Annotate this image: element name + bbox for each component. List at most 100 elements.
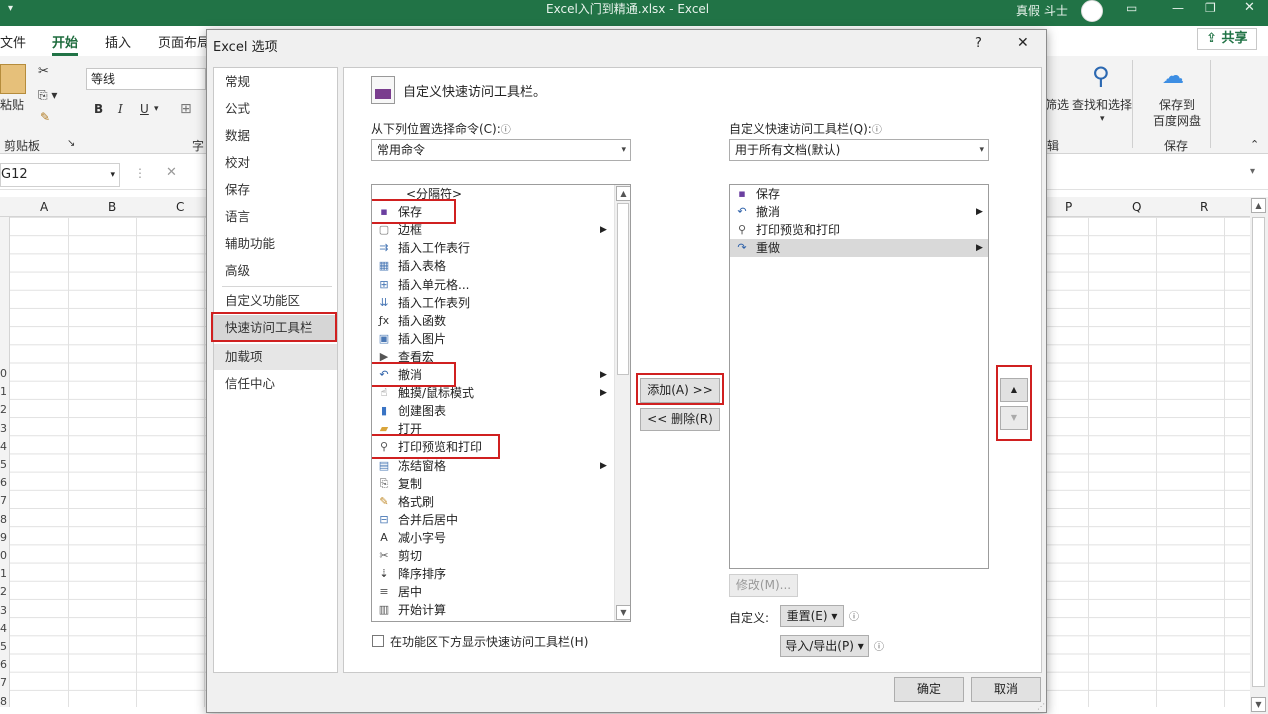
tab-file[interactable]: 文件 — [0, 32, 26, 51]
row-header[interactable]: 0 — [0, 367, 7, 380]
cancel-button[interactable]: 取消 — [971, 677, 1041, 702]
row-header[interactable]: 1 — [0, 385, 7, 398]
avatar[interactable] — [1081, 0, 1103, 22]
command-item[interactable]: ⇣ 降序排序 — [372, 565, 612, 583]
command-item[interactable]: ⚲ 打印预览和打印 — [372, 438, 612, 456]
row-header[interactable]: 6 — [0, 658, 7, 671]
row-header[interactable]: 6 — [0, 476, 7, 489]
sheet-vertical-scrollbar[interactable]: ▲ ▼ — [1250, 197, 1268, 714]
cut-icon[interactable]: ✂ — [38, 64, 49, 79]
command-item[interactable]: ▶ 查看宏 — [372, 348, 612, 366]
command-item[interactable]: A 减小字号 — [372, 529, 612, 547]
choose-commands-dropdown[interactable]: 常用命令 ▾ — [371, 139, 631, 161]
border-icon[interactable]: ⊞ — [180, 101, 192, 117]
row-header[interactable]: 4 — [0, 622, 7, 635]
remove-button[interactable]: << 删除(R) — [640, 408, 720, 431]
underline-button[interactable]: U — [140, 102, 149, 116]
paste-icon[interactable] — [0, 64, 26, 94]
commands-listbox[interactable]: ▲ ▼ <分隔符> ▪ 保存 ▢ 边框 ▶ ⇉ 插入工作表行 ▦ 插入表格 ⊞ 插入单元格... ⇊ 插入… — [371, 184, 631, 622]
qat-item[interactable]: ↶ 撤消 ▶ — [730, 203, 988, 221]
row-header[interactable]: 8 — [0, 695, 7, 708]
expand-formula-icon[interactable]: ▾ — [1250, 166, 1255, 177]
reset-button[interactable]: 重置(E) ▾ — [780, 605, 844, 627]
italic-button[interactable]: I — [118, 102, 123, 116]
close-icon[interactable]: ✕ — [1244, 0, 1255, 15]
dialog-close-button[interactable]: ✕ — [1017, 35, 1029, 51]
nav-trust-center[interactable]: 信任中心 — [214, 371, 337, 397]
command-item[interactable]: <分隔符> — [372, 185, 612, 203]
qat-dropdown-icon[interactable]: ▾ — [8, 3, 13, 14]
scroll-thumb[interactable] — [617, 203, 629, 375]
show-below-ribbon-label[interactable]: 在功能区下方显示快速访问工具栏(H) — [390, 633, 588, 650]
column-c-header[interactable]: C — [176, 200, 184, 214]
save-to-baidu-label-2[interactable]: 百度网盘 — [1153, 112, 1201, 129]
column-p-header[interactable]: P — [1065, 200, 1072, 214]
nav-customize-ribbon[interactable]: 自定义功能区 — [214, 288, 337, 314]
row-header[interactable]: 0 — [0, 549, 7, 562]
command-item[interactable]: ▢ 边框 ▶ — [372, 221, 612, 239]
command-item[interactable]: ✂ 剪切 — [372, 547, 612, 565]
find-dropdown-icon[interactable]: ▾ — [1100, 114, 1105, 124]
command-item[interactable]: ≡ 居中 — [372, 583, 612, 601]
cancel-entry-icon[interactable]: ✕ — [166, 165, 177, 180]
row-header[interactable]: 3 — [0, 604, 7, 617]
share-button[interactable]: ⇪ 共享 — [1197, 28, 1257, 50]
row-header[interactable]: 7 — [0, 494, 7, 507]
filter-label[interactable]: 筛选 — [1045, 96, 1069, 113]
command-item[interactable]: ⊞ 插入单元格... — [372, 276, 612, 294]
column-b-header[interactable]: B — [108, 200, 116, 214]
move-down-button[interactable]: ▼ — [1000, 406, 1028, 430]
commands-scrollbar[interactable]: ▲ ▼ — [614, 185, 630, 621]
save-to-baidu-label-1[interactable]: 保存到 — [1159, 96, 1195, 113]
help-button[interactable]: ? — [975, 36, 982, 51]
column-q-header[interactable]: Q — [1132, 200, 1141, 214]
find-select-label[interactable]: 查找和选择 — [1072, 96, 1132, 113]
scroll-down-icon[interactable]: ▼ — [616, 605, 630, 620]
command-item[interactable]: ↶ 撤消 ▶ — [372, 366, 612, 384]
paste-label[interactable]: 粘贴 — [0, 96, 24, 113]
row-header[interactable]: 8 — [0, 513, 7, 526]
baidu-cloud-icon[interactable]: ☁ — [1162, 64, 1184, 89]
row-header[interactable]: 7 — [0, 676, 7, 689]
column-a-header[interactable]: A — [40, 200, 48, 214]
add-button[interactable]: 添加(A) >> — [640, 378, 720, 403]
restore-icon[interactable]: ❐ — [1205, 1, 1216, 15]
nav-accessibility[interactable]: 辅助功能 — [214, 231, 337, 257]
tab-home[interactable]: 开始 — [52, 32, 79, 56]
search-icon[interactable]: ⚲ — [1092, 62, 1110, 90]
row-header[interactable]: 2 — [0, 585, 7, 598]
format-painter-icon[interactable]: ✎ — [40, 110, 50, 124]
command-item[interactable]: ⎘ 复制 — [372, 475, 612, 493]
nav-proofing[interactable]: 校对 — [214, 150, 337, 176]
row-header[interactable]: 9 — [0, 531, 7, 544]
command-item[interactable]: ▤ 冻结窗格 ▶ — [372, 457, 612, 475]
nav-save[interactable]: 保存 — [214, 177, 337, 203]
command-item[interactable]: ƒx 插入函数 — [372, 312, 612, 330]
copy-icon[interactable]: ⎘ ▾ — [38, 88, 57, 103]
command-item[interactable]: ⇊ 插入工作表列 — [372, 294, 612, 312]
command-item[interactable]: ▦ 插入表格 — [372, 257, 612, 275]
tab-insert[interactable]: 插入 — [105, 32, 131, 51]
qat-item[interactable]: ⚲ 打印预览和打印 — [730, 221, 988, 239]
scroll-down-icon[interactable]: ▼ — [1251, 697, 1266, 712]
underline-dropdown-icon[interactable]: ▾ — [154, 104, 159, 114]
column-r-header[interactable]: R — [1200, 200, 1208, 214]
row-header[interactable]: 1 — [0, 567, 7, 580]
row-header[interactable]: 5 — [0, 458, 7, 471]
tab-page-layout[interactable]: 页面布局 — [158, 32, 210, 51]
command-item[interactable]: ☝ 触摸/鼠标模式 ▶ — [372, 384, 612, 402]
ok-button[interactable]: 确定 — [894, 677, 964, 702]
nav-formulas[interactable]: 公式 — [214, 96, 337, 122]
row-header[interactable]: 4 — [0, 440, 7, 453]
command-item[interactable]: ✎ 格式刷 — [372, 493, 612, 511]
row-header[interactable]: 5 — [0, 640, 7, 653]
row-header[interactable]: 3 — [0, 422, 7, 435]
user-name[interactable]: 真假 斗士 — [1016, 2, 1068, 19]
show-below-ribbon-checkbox[interactable] — [372, 635, 384, 647]
scroll-up-icon[interactable]: ▲ — [616, 186, 630, 201]
nav-add-ins[interactable]: 加载项 — [214, 344, 337, 370]
collapse-ribbon-icon[interactable]: ⌃ — [1250, 138, 1259, 151]
command-item[interactable]: ▮ 创建图表 — [372, 402, 612, 420]
scroll-up-icon[interactable]: ▲ — [1251, 198, 1266, 213]
resize-grip-icon[interactable]: ⋰ — [1037, 702, 1045, 711]
